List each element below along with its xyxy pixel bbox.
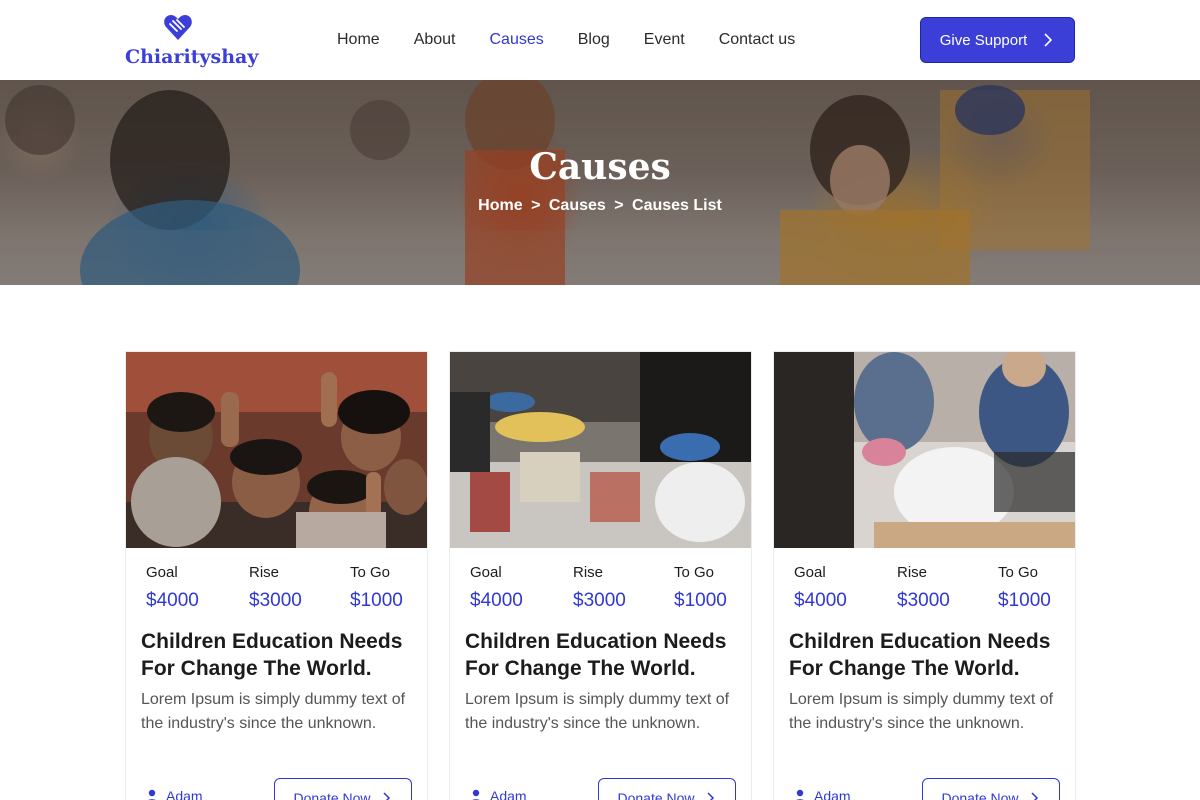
nav-causes[interactable]: Causes xyxy=(490,31,544,49)
cause-stats: Goal $4000 Rise $3000 To Go $1000 xyxy=(794,564,1064,624)
stat-value: $3000 xyxy=(573,590,626,611)
nav-event[interactable]: Event xyxy=(644,31,685,49)
donate-label: Donate Now xyxy=(617,790,695,800)
breadcrumb: Home > Causes > Causes List xyxy=(0,197,1200,215)
author-name: Adam xyxy=(166,788,203,800)
main-nav: Home About Causes Blog Event Contact us xyxy=(320,0,812,80)
cause-card: Goal $4000 Rise $3000 To Go $1000 Childr… xyxy=(125,351,428,800)
chevron-right-icon xyxy=(382,792,390,800)
nav-contact[interactable]: Contact us xyxy=(719,31,795,49)
cause-image[interactable] xyxy=(774,352,1075,548)
logo[interactable]: Chiarityshay xyxy=(125,12,258,72)
breadcrumb-current: Causes List xyxy=(632,197,722,214)
stat-rise: Rise $3000 xyxy=(249,564,302,612)
volunteers-photo xyxy=(774,352,1075,548)
stat-to-go: To Go $1000 xyxy=(998,564,1051,612)
site-header: Chiarityshay Home About Causes Blog Even… xyxy=(0,0,1200,80)
stat-label: Goal xyxy=(146,564,178,581)
cause-title[interactable]: Children Education Needs For Change The … xyxy=(141,628,421,682)
cause-title[interactable]: Children Education Needs For Change The … xyxy=(789,628,1069,682)
stat-label: Rise xyxy=(897,564,928,581)
stat-value: $1000 xyxy=(350,590,403,611)
stat-to-go: To Go $1000 xyxy=(674,564,727,612)
cause-card: Goal $4000 Rise $3000 To Go $1000 Childr… xyxy=(773,351,1076,800)
person-icon xyxy=(472,789,480,800)
stat-value: $3000 xyxy=(897,590,950,611)
chevron-right-icon xyxy=(706,792,714,800)
donate-label: Donate Now xyxy=(293,790,371,800)
stat-label: Goal xyxy=(470,564,502,581)
cause-image[interactable] xyxy=(450,352,751,548)
food-drive-photo xyxy=(450,352,751,548)
cause-author[interactable]: Adam xyxy=(470,788,527,800)
stat-label: Rise xyxy=(573,564,604,581)
cause-stats: Goal $4000 Rise $3000 To Go $1000 xyxy=(470,564,740,624)
stat-goal: Goal $4000 xyxy=(794,564,847,612)
breadcrumb-separator: > xyxy=(614,197,624,214)
nav-home[interactable]: Home xyxy=(337,31,380,49)
give-support-label: Give Support xyxy=(939,31,1028,49)
donate-now-button[interactable]: Donate Now xyxy=(598,778,736,800)
stat-to-go: To Go $1000 xyxy=(350,564,403,612)
stat-rise: Rise $3000 xyxy=(573,564,626,612)
cause-card: Goal $4000 Rise $3000 To Go $1000 Childr… xyxy=(449,351,752,800)
author-name: Adam xyxy=(814,788,851,800)
stat-value: $4000 xyxy=(470,590,523,611)
stat-label: To Go xyxy=(998,564,1039,581)
stat-value: $3000 xyxy=(249,590,302,611)
breadcrumb-separator: > xyxy=(531,197,541,214)
stat-label: To Go xyxy=(674,564,715,581)
stat-label: Goal xyxy=(794,564,826,581)
nav-blog[interactable]: Blog xyxy=(578,31,610,49)
breadcrumb-home[interactable]: Home xyxy=(478,197,522,214)
author-name: Adam xyxy=(490,788,527,800)
donate-label: Donate Now xyxy=(941,790,1019,800)
donate-now-button[interactable]: Donate Now xyxy=(922,778,1060,800)
donate-now-button[interactable]: Donate Now xyxy=(274,778,412,800)
stat-value: $4000 xyxy=(146,590,199,611)
stat-label: To Go xyxy=(350,564,391,581)
cause-stats: Goal $4000 Rise $3000 To Go $1000 xyxy=(146,564,416,624)
cause-image[interactable] xyxy=(126,352,427,548)
children-photo xyxy=(126,352,427,548)
stat-value: $4000 xyxy=(794,590,847,611)
cause-description: Lorem Ipsum is simply dummy text of the … xyxy=(465,691,730,732)
stat-goal: Goal $4000 xyxy=(470,564,523,612)
heart-hands-icon xyxy=(164,15,192,40)
nav-about[interactable]: About xyxy=(414,31,456,49)
stat-goal: Goal $4000 xyxy=(146,564,199,612)
stat-value: $1000 xyxy=(674,590,727,611)
stat-value: $1000 xyxy=(998,590,1051,611)
give-support-button[interactable]: Give Support xyxy=(920,17,1075,63)
person-icon xyxy=(796,789,804,800)
breadcrumb-causes[interactable]: Causes xyxy=(549,197,606,214)
logo-text: Chiarityshay xyxy=(125,46,259,68)
stat-rise: Rise $3000 xyxy=(897,564,950,612)
cause-author[interactable]: Adam xyxy=(146,788,203,800)
person-icon xyxy=(148,789,156,800)
stat-label: Rise xyxy=(249,564,280,581)
page-title: Causes xyxy=(529,146,671,188)
cause-description: Lorem Ipsum is simply dummy text of the … xyxy=(141,691,406,732)
chevron-right-icon xyxy=(1030,792,1038,800)
cause-author[interactable]: Adam xyxy=(794,788,851,800)
cause-title[interactable]: Children Education Needs For Change The … xyxy=(465,628,745,682)
cause-description: Lorem Ipsum is simply dummy text of the … xyxy=(789,691,1054,732)
hero-banner: Causes Home > Causes > Causes List xyxy=(0,80,1200,285)
chevron-right-icon xyxy=(1044,33,1053,47)
